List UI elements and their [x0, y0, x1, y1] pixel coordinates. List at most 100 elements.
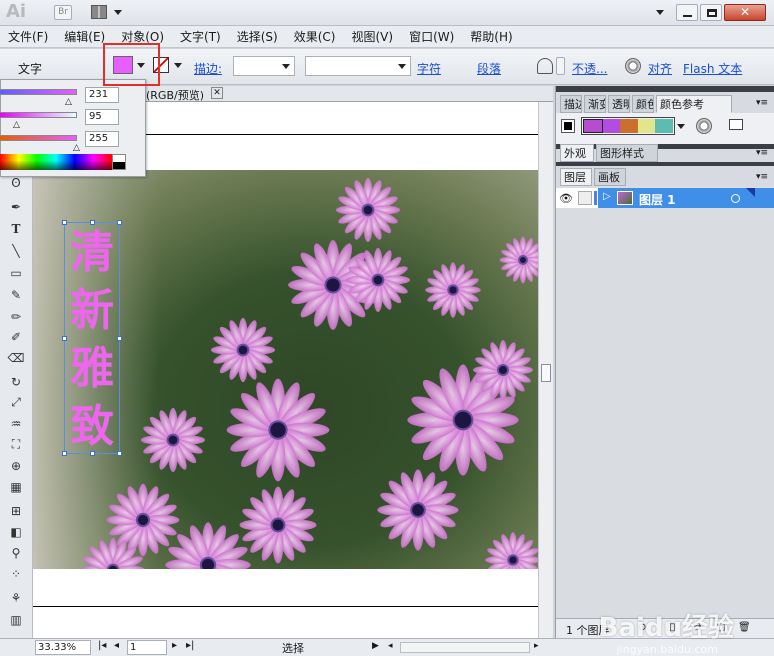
- black-white-swatch[interactable]: [112, 154, 126, 170]
- rectangle-tool-icon[interactable]: ▭: [6, 264, 26, 281]
- blob-brush-tool-icon[interactable]: ✐: [6, 328, 26, 345]
- delete-layer-icon[interactable]: 🗑: [738, 622, 751, 633]
- tab-layers[interactable]: 图层: [560, 168, 592, 186]
- free-transform-tool-icon[interactable]: ⛶: [6, 436, 26, 453]
- rotate-tool-icon[interactable]: ↻: [6, 373, 26, 390]
- close-button[interactable]: ✕: [724, 4, 766, 21]
- mesh-tool-icon[interactable]: ⊞: [6, 502, 26, 519]
- prev-page-icon[interactable]: ◂: [114, 640, 119, 651]
- panel-collapse-bar[interactable]: [556, 86, 774, 92]
- green-value-input[interactable]: 95: [85, 109, 119, 125]
- zoom-select[interactable]: 33.33%: [35, 640, 91, 655]
- tab-gradient[interactable]: 渐变: [584, 95, 606, 113]
- tab-transparency[interactable]: 透明: [608, 95, 630, 113]
- hscroll-left-icon[interactable]: ◂: [388, 641, 393, 651]
- green-slider-handle[interactable]: △: [13, 120, 20, 130]
- status-menu-arrow[interactable]: ▶: [372, 641, 379, 651]
- workspace-layout-icon[interactable]: [91, 5, 107, 19]
- blue-slider[interactable]: [0, 135, 77, 141]
- tab-graphic-styles[interactable]: 图形样式: [596, 144, 658, 162]
- flower-center: [518, 255, 528, 265]
- stroke-weight-field[interactable]: [233, 56, 295, 76]
- tab-stroke[interactable]: 描边: [560, 95, 582, 113]
- menu-select[interactable]: 选择(S): [229, 28, 286, 45]
- vertical-scrollbar[interactable]: [538, 102, 553, 638]
- harmony-swatches[interactable]: [581, 117, 675, 135]
- paragraph-link[interactable]: 段落: [477, 60, 501, 77]
- menu-effect[interactable]: 效果(C): [286, 28, 344, 45]
- flower-center: [361, 203, 375, 217]
- stroke-link[interactable]: 描边:: [194, 60, 222, 77]
- save-group-icon[interactable]: [729, 119, 743, 130]
- color-spectrum-bar[interactable]: [0, 154, 112, 170]
- eyedropper-tool-icon[interactable]: ⚲: [6, 544, 26, 561]
- last-page-icon[interactable]: ▸|: [186, 640, 194, 651]
- swatch-5: [655, 119, 673, 133]
- eraser-tool-icon[interactable]: ⌫: [6, 349, 26, 366]
- flash-text-link[interactable]: Flash 文本: [683, 60, 742, 77]
- tab-appearance[interactable]: 外观: [560, 144, 594, 162]
- shape-builder-tool-icon[interactable]: ⊕: [6, 457, 26, 474]
- horizontal-scrollbar[interactable]: [400, 642, 530, 653]
- red-slider-handle[interactable]: △: [65, 97, 72, 107]
- tab-artboards[interactable]: 画板: [594, 168, 626, 186]
- red-slider[interactable]: [0, 89, 77, 95]
- red-value-input[interactable]: 231: [85, 87, 119, 103]
- minimize-button[interactable]: [676, 4, 698, 21]
- panel-menu-icon[interactable]: ▾≡: [756, 98, 768, 108]
- stroke-dropdown-arrow[interactable]: [174, 63, 182, 68]
- scroll-thumb[interactable]: [541, 364, 551, 382]
- first-page-icon[interactable]: |◂: [98, 640, 106, 651]
- pencil-tool-icon[interactable]: ✏: [6, 308, 26, 325]
- align-link[interactable]: 对齐: [648, 60, 672, 77]
- workspace-dropdown-arrow[interactable]: [656, 10, 664, 15]
- blue-value-input[interactable]: 255: [85, 131, 119, 147]
- type-tool-icon[interactable]: T: [6, 220, 26, 237]
- bridge-icon[interactable]: Br: [54, 5, 72, 20]
- blue-slider-handle[interactable]: △: [73, 143, 80, 153]
- symbol-sprayer-tool-icon[interactable]: ⚘: [6, 589, 26, 606]
- menu-type[interactable]: 文字(T): [172, 28, 229, 45]
- line-tool-icon[interactable]: ╲: [6, 242, 26, 259]
- edit-colors-icon[interactable]: [696, 118, 712, 134]
- tab-color[interactable]: 颜色: [632, 95, 654, 113]
- maximize-button[interactable]: [700, 4, 722, 21]
- menu-help[interactable]: 帮助(H): [462, 28, 520, 45]
- harmony-dropdown-arrow[interactable]: [677, 124, 685, 129]
- tab-color-guide[interactable]: 颜色参考: [656, 95, 732, 113]
- page-select[interactable]: 1: [127, 640, 167, 655]
- lock-toggle[interactable]: [578, 191, 592, 205]
- perspective-grid-tool-icon[interactable]: ▦: [6, 478, 26, 495]
- panel-menu-icon-3[interactable]: ▾≡: [756, 172, 768, 182]
- base-color-swatch[interactable]: [561, 119, 575, 133]
- menu-view[interactable]: 视图(V): [343, 28, 401, 45]
- blend-tool-icon[interactable]: ⁘: [6, 565, 26, 582]
- expand-arrow-icon[interactable]: ▷: [603, 191, 611, 202]
- pen-tool-icon[interactable]: ✒: [6, 198, 26, 215]
- green-slider[interactable]: [0, 112, 77, 118]
- recolor-icon[interactable]: [625, 58, 641, 74]
- opacity-link[interactable]: 不透...: [572, 60, 607, 77]
- menu-window[interactable]: 窗口(W): [401, 28, 462, 45]
- menu-file[interactable]: 文件(F): [0, 28, 56, 45]
- status-mode[interactable]: 选择: [282, 640, 304, 656]
- hscroll-right-icon[interactable]: ▸: [534, 641, 539, 651]
- next-page-icon[interactable]: ▸: [172, 640, 177, 651]
- panel-menu-icon-2[interactable]: ▾≡: [756, 148, 768, 158]
- layer-name[interactable]: 图层 1: [639, 191, 676, 208]
- font-family-field[interactable]: [305, 56, 411, 76]
- character-link[interactable]: 字符: [417, 60, 441, 77]
- close-tab-icon[interactable]: ✕: [211, 87, 223, 99]
- opacity-dropdown-arrow[interactable]: [556, 57, 565, 75]
- gradient-tool-icon[interactable]: ◧: [6, 523, 26, 540]
- layer-row[interactable]: 👁 ▷ 图层 1: [556, 188, 774, 208]
- layout-dropdown-arrow[interactable]: [114, 10, 122, 15]
- variable-width-icon[interactable]: [537, 58, 553, 74]
- scale-tool-icon[interactable]: ⤢: [6, 394, 26, 411]
- column-graph-tool-icon[interactable]: ▥: [6, 611, 26, 628]
- target-circle-icon[interactable]: [731, 194, 740, 203]
- paintbrush-tool-icon[interactable]: ✎: [6, 286, 26, 303]
- warp-tool-icon[interactable]: ♒: [6, 415, 26, 432]
- visibility-eye-icon[interactable]: 👁: [559, 192, 573, 205]
- vertical-title-text[interactable]: 清 新 雅 致: [64, 224, 120, 456]
